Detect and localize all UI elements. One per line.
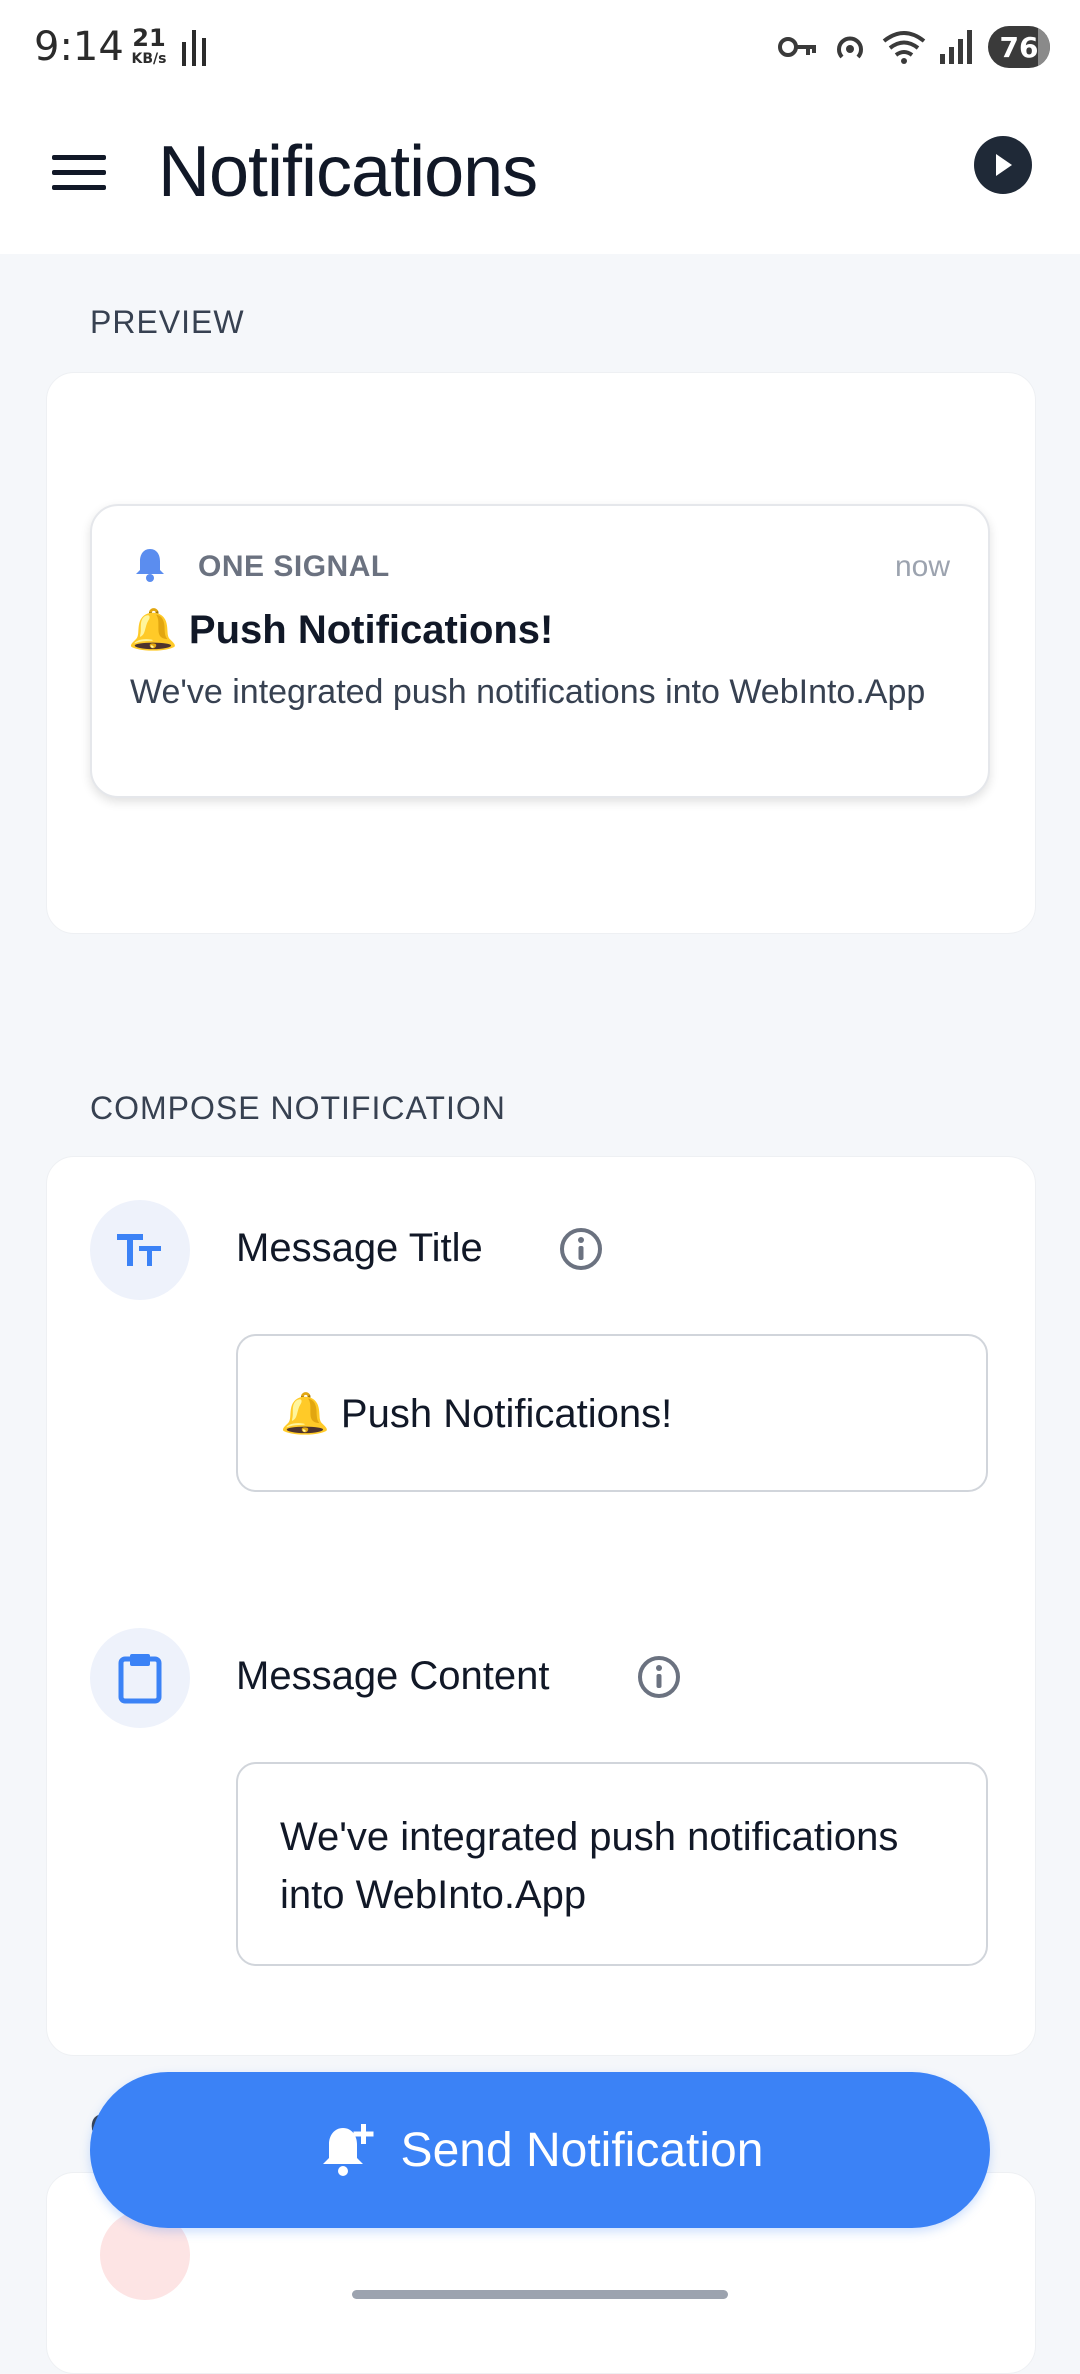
message-content-input[interactable]: We've integrated push notifications into… [236, 1762, 988, 1966]
notification-body: We've integrated push notifications into… [130, 673, 926, 711]
data-activity-icon [182, 30, 206, 66]
message-title-input[interactable]: 🔔 Push Notifications! [236, 1334, 988, 1492]
notification-app-name: ONE SIGNAL [198, 550, 390, 583]
network-speed-value: 21 [132, 24, 166, 52]
home-indicator[interactable] [352, 2290, 728, 2299]
compose-section-label: COMPOSE NOTIFICATION [90, 1090, 506, 1126]
info-icon[interactable] [558, 1226, 604, 1272]
info-icon[interactable] [636, 1654, 682, 1700]
signal-icon [940, 30, 972, 64]
play-icon [996, 154, 1012, 176]
battery-level: 76 [999, 30, 1039, 64]
send-notification-label: Send Notification [400, 2123, 764, 2177]
message-title-label: Message Title [236, 1226, 483, 1270]
page-title: Notifications [158, 132, 538, 212]
play-button[interactable] [974, 136, 1032, 194]
notification-title: 🔔 Push Notifications! [128, 608, 554, 652]
bell-icon [136, 549, 164, 582]
text-size-icon [117, 1234, 161, 1266]
app-bar: Notifications [0, 100, 1080, 254]
notification-time: now [894, 550, 950, 583]
network-speed-unit: KB/s [131, 51, 167, 67]
status-bar: 9:14 21 KB/s 76 [0, 0, 1080, 100]
status-icons: 76 [778, 24, 1050, 70]
menu-button[interactable] [48, 142, 110, 204]
bell-plus-icon [322, 2124, 374, 2176]
clipboard-icon [118, 1654, 162, 1704]
menu-icon [52, 155, 106, 190]
status-time: 9:14 [34, 24, 124, 70]
title-row-icon [90, 1200, 190, 1300]
key-icon [778, 37, 816, 57]
content-row-icon [90, 1628, 190, 1728]
send-notification-button[interactable]: Send Notification [90, 2072, 990, 2228]
hotspot-icon [837, 36, 863, 59]
battery-indicator: 76 [988, 26, 1050, 68]
preview-section-label: PREVIEW [90, 304, 245, 340]
message-content-label: Message Content [236, 1654, 550, 1698]
network-speed: 21 KB/s [128, 26, 170, 66]
notification-preview: ONE SIGNAL now 🔔 Push Notifications! We'… [90, 504, 990, 798]
wifi-icon [882, 31, 926, 64]
